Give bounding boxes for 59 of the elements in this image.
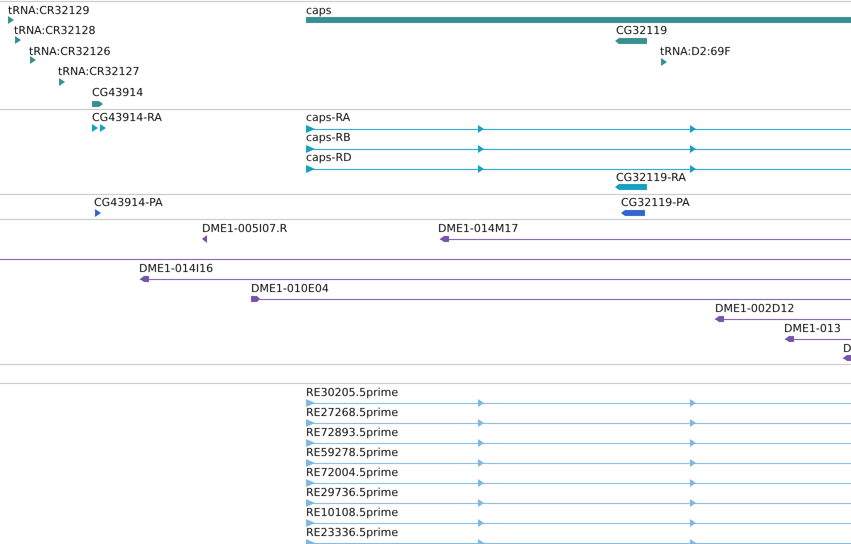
transcript-line[interactable] xyxy=(306,419,851,428)
feature-label: RE10108.5prime xyxy=(306,506,398,519)
feature-label: DME1-002D12 xyxy=(715,302,794,315)
feature-label: DME1-005I07.R xyxy=(202,222,288,235)
transcript-line[interactable] xyxy=(306,459,851,468)
feature-label: D xyxy=(843,342,851,355)
transcript-line[interactable] xyxy=(306,519,851,528)
feature-label: RE72004.5prime xyxy=(306,466,398,479)
feature-label: RE29736.5prime xyxy=(306,486,398,499)
feature-label: CG32119-RA xyxy=(616,171,686,184)
feature-label: caps-RD xyxy=(306,151,352,164)
triangle-icon[interactable] xyxy=(202,235,207,244)
feature-label: CG43914-RA xyxy=(92,111,162,124)
alignment-line[interactable] xyxy=(715,315,851,324)
feature-label: DME1-014I16 xyxy=(139,262,214,275)
feature-label: tRNA:CR32126 xyxy=(29,45,111,58)
alignment-line[interactable] xyxy=(440,235,851,244)
feature-label: CG32119 xyxy=(616,24,668,37)
transcript-line[interactable] xyxy=(306,165,851,174)
triangle-icon[interactable] xyxy=(30,56,36,65)
feature-label: RE23336.5prime xyxy=(306,526,398,539)
feature-label: caps-RA xyxy=(306,111,350,124)
alignment-line[interactable] xyxy=(843,354,851,363)
feature-bar[interactable] xyxy=(92,100,103,109)
feature-label: DME1-010E04 xyxy=(251,282,329,295)
feature-label: DME1-013 xyxy=(784,322,841,335)
feature-label: CG32119-PA xyxy=(621,196,690,209)
triangle-icon[interactable] xyxy=(8,16,14,25)
feature-label: tRNA:D2:69F xyxy=(660,45,731,58)
alignment-line[interactable] xyxy=(140,275,851,284)
feature-label: RE30205.5prime xyxy=(306,386,398,399)
feature-label: CG43914 xyxy=(92,86,144,99)
feature-label: tRNA:CR32127 xyxy=(58,65,140,78)
transcript-line[interactable] xyxy=(306,499,851,508)
alignment-line[interactable] xyxy=(251,295,851,304)
transcript-line[interactable] xyxy=(306,145,851,154)
transcript-line[interactable] xyxy=(306,439,851,448)
transcript-line[interactable] xyxy=(306,479,851,488)
feature-label: CG43914-PA xyxy=(94,196,163,209)
feature-label: RE59278.5prime xyxy=(306,446,398,459)
transcript-line[interactable] xyxy=(306,399,851,408)
triangle-icon[interactable] xyxy=(15,36,21,45)
triangle-icon[interactable] xyxy=(59,78,65,87)
feature-bar[interactable] xyxy=(306,16,851,25)
triangle-icon[interactable] xyxy=(92,124,106,133)
transcript-line[interactable] xyxy=(306,125,851,134)
feature-label: tRNA:CR32128 xyxy=(14,24,96,37)
feature-label: tRNA:CR32129 xyxy=(8,4,90,17)
feature-label: caps-RB xyxy=(306,131,351,144)
alignment-line[interactable] xyxy=(785,335,851,344)
feature-label: RE72893.5prime xyxy=(306,426,398,439)
triangle-icon[interactable] xyxy=(661,58,667,67)
feature-label: DME1-014M17 xyxy=(438,222,518,235)
feature-label: caps xyxy=(306,4,332,17)
feature-bar[interactable] xyxy=(621,209,645,218)
triangle-icon[interactable] xyxy=(95,209,101,218)
feature-bar[interactable] xyxy=(615,37,647,46)
feature-bar[interactable] xyxy=(615,183,647,192)
feature-label: RE27268.5prime xyxy=(306,406,398,419)
